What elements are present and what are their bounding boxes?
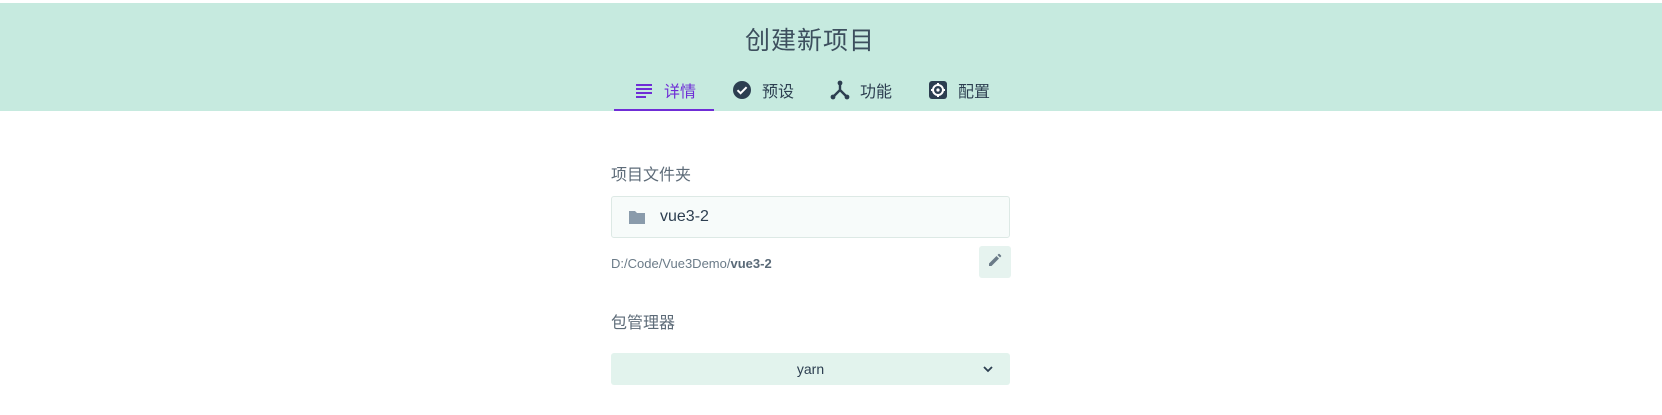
tab-bar: 详情 预设 功能 配置	[614, 71, 1008, 111]
package-manager-label: 包管理器	[611, 315, 676, 332]
settings-icon	[928, 80, 948, 100]
project-path-prefix: D:/Code/Vue3Demo/	[611, 256, 731, 271]
tab-features[interactable]: 功能	[812, 71, 910, 111]
check-circle-icon	[732, 80, 752, 100]
pencil-icon	[988, 253, 1002, 272]
tab-presets-label: 预设	[762, 84, 795, 101]
chevron-down-icon	[980, 361, 996, 377]
tab-config-label: 配置	[958, 84, 991, 101]
tab-presets[interactable]: 预设	[714, 71, 812, 111]
project-folder-value: vue3-2	[660, 208, 709, 225]
subject-icon	[634, 80, 654, 100]
edit-path-button[interactable]	[979, 246, 1011, 278]
tab-features-label: 功能	[860, 84, 893, 101]
tab-details[interactable]: 详情	[614, 71, 715, 111]
tab-config[interactable]: 配置	[910, 71, 1008, 111]
package-manager-value: yarn	[796, 361, 825, 377]
project-path: D:/Code/Vue3Demo/vue3-2	[611, 256, 772, 271]
project-folder-label: 项目文件夹	[611, 167, 692, 184]
project-folder-field[interactable]: vue3-2	[611, 196, 1010, 238]
page-title: 创建新项目	[744, 27, 875, 55]
page-header: 创建新项目 详情 预设 功能 配置	[0, 3, 1662, 111]
call-split-icon	[830, 80, 850, 100]
project-path-name: vue3-2	[730, 256, 772, 271]
folder-icon	[628, 207, 648, 227]
package-manager-select[interactable]: yarn	[611, 353, 1010, 385]
tab-details-label: 详情	[664, 84, 697, 101]
